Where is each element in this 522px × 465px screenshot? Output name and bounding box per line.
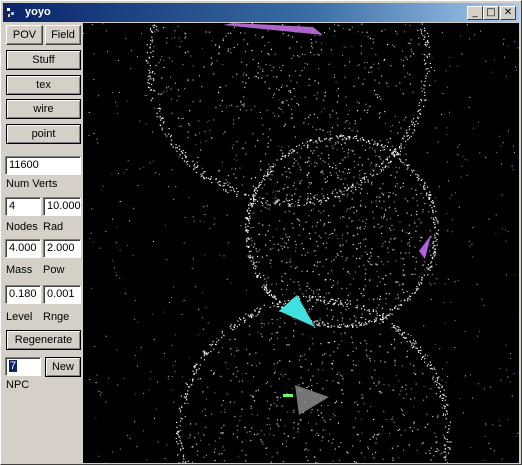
point-button[interactable]: point: [6, 124, 81, 144]
mass-label: Mass: [6, 264, 33, 276]
control-panel: POV Field Stuff tex wire point 11600 Num…: [3, 23, 83, 463]
pow-input[interactable]: 2.000: [43, 239, 81, 258]
wire-button[interactable]: wire: [6, 99, 81, 119]
pov-button[interactable]: POV: [6, 25, 43, 45]
new-button[interactable]: New: [45, 357, 81, 377]
close-button[interactable]: ✕: [500, 6, 516, 20]
npc-input[interactable]: 7: [5, 357, 41, 376]
num-verts-input[interactable]: 11600: [5, 156, 81, 175]
app-window: yoyo _ □ ✕ POV Field Stuff tex wire poin…: [0, 0, 522, 465]
num-verts-label: Num Verts: [6, 178, 58, 190]
pink-shard: [223, 23, 323, 35]
app-icon: [7, 8, 14, 17]
close-icon: ✕: [503, 7, 513, 18]
stuff-button[interactable]: Stuff: [6, 50, 81, 70]
tex-button[interactable]: tex: [6, 75, 81, 95]
point-cloud-scene[interactable]: [83, 23, 519, 463]
maximize-icon: □: [486, 7, 496, 18]
npc-value: 7: [9, 360, 18, 372]
mass-input[interactable]: 4.000: [5, 239, 41, 258]
maximize-button[interactable]: □: [483, 6, 499, 20]
field-button[interactable]: Field: [45, 25, 81, 45]
pow-label: Pow: [43, 264, 65, 276]
nodes-label: Nodes: [6, 221, 38, 233]
nodes-input[interactable]: 4: [5, 197, 41, 216]
rnge-input[interactable]: 0.001: [43, 285, 81, 304]
rnge-label: Rnge: [43, 311, 70, 323]
render-viewport[interactable]: [83, 23, 519, 463]
minimize-button[interactable]: _: [467, 6, 483, 20]
npc-label: NPC: [6, 379, 30, 391]
level-input[interactable]: 0.180: [5, 285, 41, 304]
regenerate-button[interactable]: Regenerate: [6, 330, 81, 350]
rad-label: Rad: [43, 221, 64, 233]
green-mark: [283, 394, 293, 397]
rad-input[interactable]: 10.000: [43, 197, 81, 216]
window-title: yoyo: [25, 6, 51, 18]
minimize-icon: _: [472, 7, 478, 18]
title-bar[interactable]: yoyo _ □ ✕: [3, 3, 519, 22]
level-label: Level: [6, 311, 33, 323]
purple-shard: [419, 235, 431, 259]
